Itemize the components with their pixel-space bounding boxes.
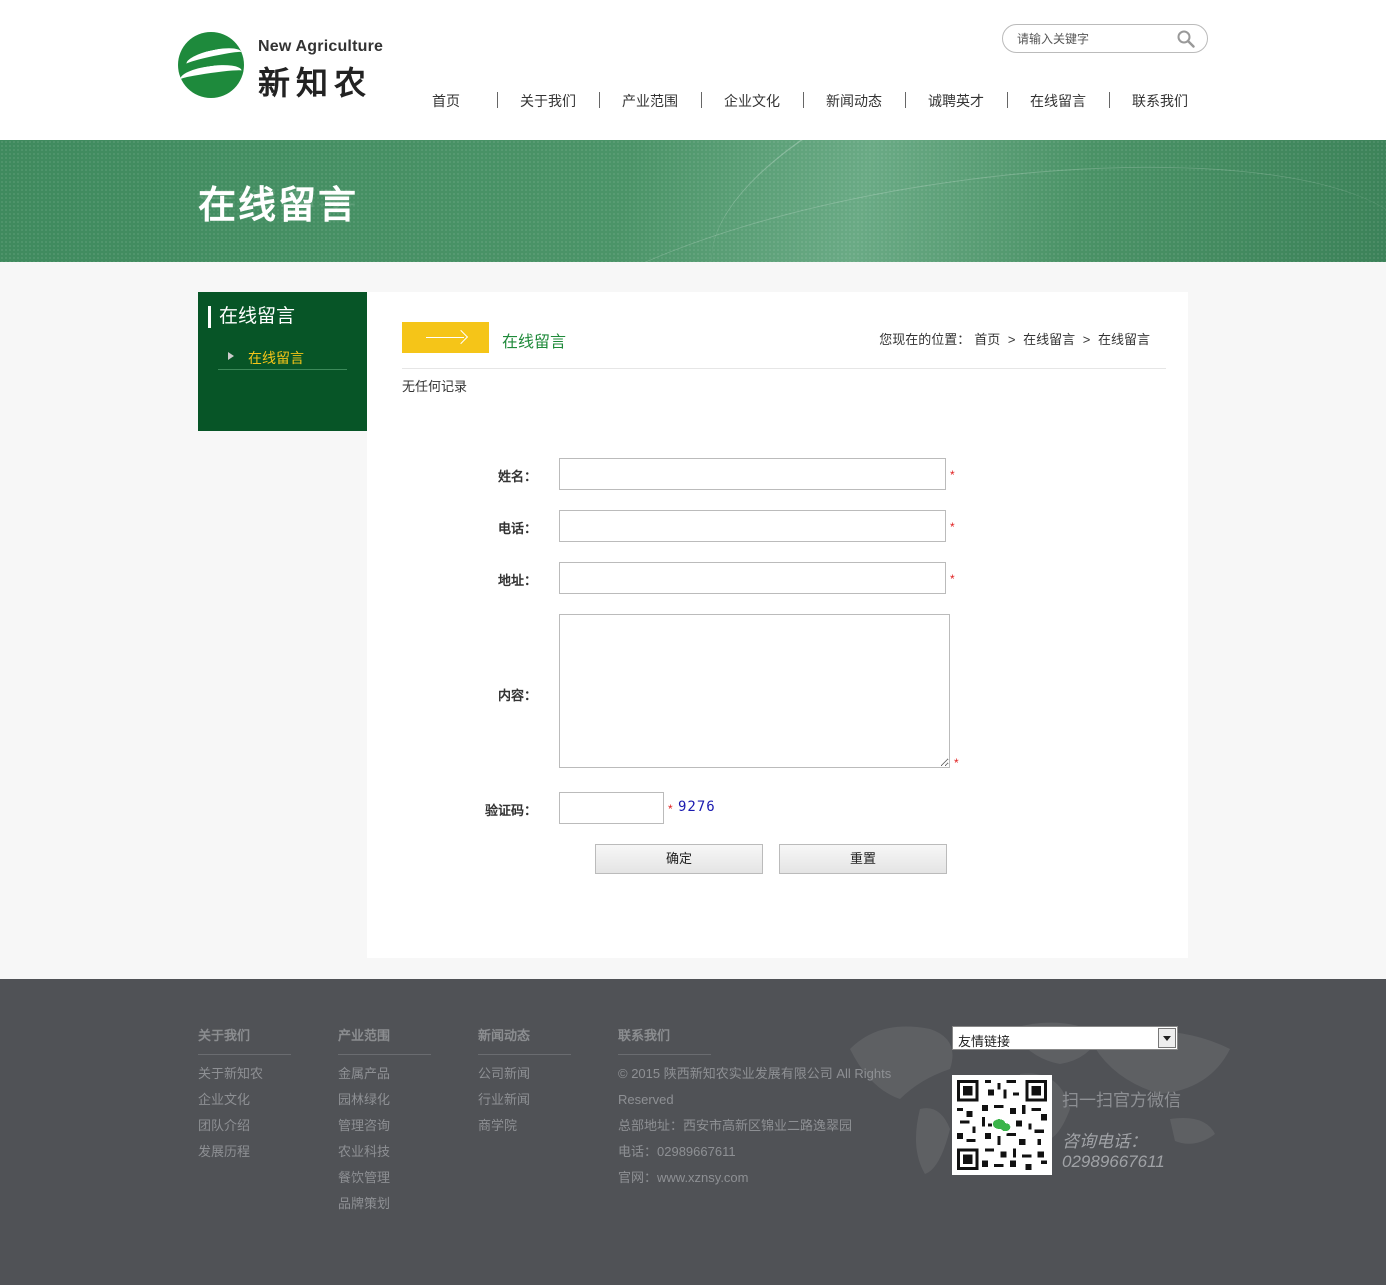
footer-contact: 联系我们 © 2015 陕西新知农实业发展有限公司 All Rights Res… (618, 1025, 918, 1191)
breadcrumb: 您现在的位置： 首页 > 在线留言 > 在线留言 (877, 329, 1152, 348)
nav-item-about[interactable]: 关于我们 (498, 90, 598, 112)
footer-column-heading[interactable]: 新闻动态 (478, 1025, 571, 1055)
logo-chinese-text: 新知农 (258, 64, 373, 102)
footer-column-heading[interactable]: 关于我们 (198, 1025, 291, 1055)
select-value: 友情链接 (958, 1034, 1011, 1049)
no-record-text: 无任何记录 (402, 379, 468, 394)
footer-link[interactable]: 行业新闻 (478, 1092, 571, 1107)
submit-button[interactable]: 确定 (595, 844, 763, 874)
phone-label: 电话： (497, 521, 537, 536)
consult-phone-number: 02989667611 (1062, 1152, 1165, 1171)
required-mark: * (950, 520, 955, 534)
search-input[interactable] (1017, 30, 1167, 48)
footer-column-heading[interactable]: 产业范围 (338, 1025, 431, 1055)
main-content: 在线留言 您现在的位置： 首页 > 在线留言 > 在线留言 无任何记录 姓名： *… (367, 292, 1188, 958)
footer-link[interactable]: 农业科技 (338, 1144, 431, 1159)
nav-item-message[interactable]: 在线留言 (1008, 90, 1108, 112)
required-mark: * (950, 468, 955, 482)
captcha-code[interactable]: 9276 (678, 799, 716, 815)
search-box (1002, 24, 1208, 53)
copyright-text: © 2015 陕西新知农实业发展有限公司 All Rights (618, 1066, 892, 1081)
site-header: New Agriculture 新知农 首页 关于我们 产业范围 企业文化 新闻… (0, 0, 1386, 140)
banner-title-reflection: 在线留言 (198, 187, 359, 210)
nav-item-careers[interactable]: 诚聘英才 (906, 90, 1006, 112)
footer-link[interactable]: 餐饮管理 (338, 1170, 431, 1185)
website-text: 官网：www.xznsy.com (618, 1170, 749, 1185)
breadcrumb-separator: > (1082, 332, 1091, 347)
footer-link[interactable]: 品牌策划 (338, 1196, 431, 1211)
consult-phone-label: 咨询电话： (1062, 1132, 1147, 1151)
name-field[interactable] (559, 458, 946, 490)
wechat-qr-code (952, 1075, 1052, 1175)
site-logo[interactable]: New Agriculture 新知农 (178, 30, 388, 102)
sidebar-item-message[interactable]: 在线留言 (218, 344, 347, 370)
address-text: 总部地址：西安市高新区锦业二路逸翠园 (618, 1118, 853, 1133)
logo-mark-icon (178, 32, 244, 98)
breadcrumb-separator: > (1007, 332, 1016, 347)
main-nav: 首页 关于我们 产业范围 企业文化 新闻动态 诚聘英才 在线留言 联系我们 (396, 90, 1206, 112)
footer-link[interactable]: 关于新知农 (198, 1066, 291, 1081)
friend-links-select[interactable]: 友情链接 (952, 1026, 1178, 1050)
required-mark: * (668, 802, 673, 816)
footer-link[interactable]: 团队介绍 (198, 1118, 291, 1133)
page-banner: 在线留言 在线留言 (0, 140, 1386, 262)
breadcrumb-prefix: 您现在的位置： (879, 332, 971, 347)
footer-column-about: 关于我们 关于新知农 企业文化 团队介绍 发展历程 (198, 1025, 291, 1159)
qr-code-icon (957, 1080, 1047, 1170)
footer-column-heading[interactable]: 联系我们 (618, 1025, 711, 1055)
footer-column-industry: 产业范围 金属产品 园林绿化 管理咨询 农业科技 餐饮管理 品牌策划 (338, 1025, 431, 1211)
address-field[interactable] (559, 562, 946, 594)
footer-link[interactable]: 商学院 (478, 1118, 571, 1133)
required-mark: * (954, 756, 959, 770)
captcha-label: 验证码： (484, 803, 537, 818)
section-title: 在线留言 (502, 334, 567, 351)
search-icon[interactable] (1177, 30, 1195, 48)
logo-english-text: New Agriculture (258, 38, 384, 55)
nav-item-industry[interactable]: 产业范围 (600, 90, 700, 112)
content-textarea[interactable] (559, 614, 950, 768)
reset-button[interactable]: 重置 (779, 844, 947, 874)
breadcrumb-current[interactable]: 在线留言 (1098, 332, 1150, 347)
footer-link[interactable]: 金属产品 (338, 1066, 431, 1081)
triangle-right-icon (228, 352, 234, 360)
footer-link[interactable]: 公司新闻 (478, 1066, 571, 1081)
section-title-bar (402, 322, 489, 353)
name-label: 姓名： (497, 469, 537, 484)
nav-item-culture[interactable]: 企业文化 (702, 90, 802, 112)
footer-link[interactable]: 发展历程 (198, 1144, 291, 1159)
content-label: 内容： (497, 688, 537, 703)
footer-link[interactable]: 企业文化 (198, 1092, 291, 1107)
chevron-down-icon[interactable] (1158, 1028, 1176, 1048)
sidebar-item-label: 在线留言 (248, 350, 304, 366)
sidebar: 在线留言 在线留言 (198, 292, 367, 431)
captcha-input[interactable] (559, 792, 664, 824)
address-label: 地址： (497, 573, 537, 588)
phone-text: 电话：02989667611 (618, 1144, 736, 1159)
qr-caption: 扫一扫官方微信 (1062, 1091, 1181, 1110)
breadcrumb-home[interactable]: 首页 (974, 332, 1000, 347)
nav-item-news[interactable]: 新闻动态 (804, 90, 904, 112)
footer-column-news: 新闻动态 公司新闻 行业新闻 商学院 (478, 1025, 571, 1133)
nav-item-contact[interactable]: 联系我们 (1110, 90, 1210, 112)
site-footer: 关于我们 关于新知农 企业文化 团队介绍 发展历程 产业范围 金属产品 园林绿化… (0, 979, 1386, 1285)
footer-link[interactable]: 园林绿化 (338, 1092, 431, 1107)
nav-item-home[interactable]: 首页 (396, 90, 496, 112)
footer-link[interactable]: 管理咨询 (338, 1118, 431, 1133)
copyright-text-cont: Reserved (618, 1092, 674, 1107)
required-mark: * (950, 572, 955, 586)
breadcrumb-item[interactable]: 在线留言 (1023, 332, 1075, 347)
divider (402, 368, 1166, 369)
sidebar-title: 在线留言 (208, 306, 295, 328)
phone-field[interactable] (559, 510, 946, 542)
